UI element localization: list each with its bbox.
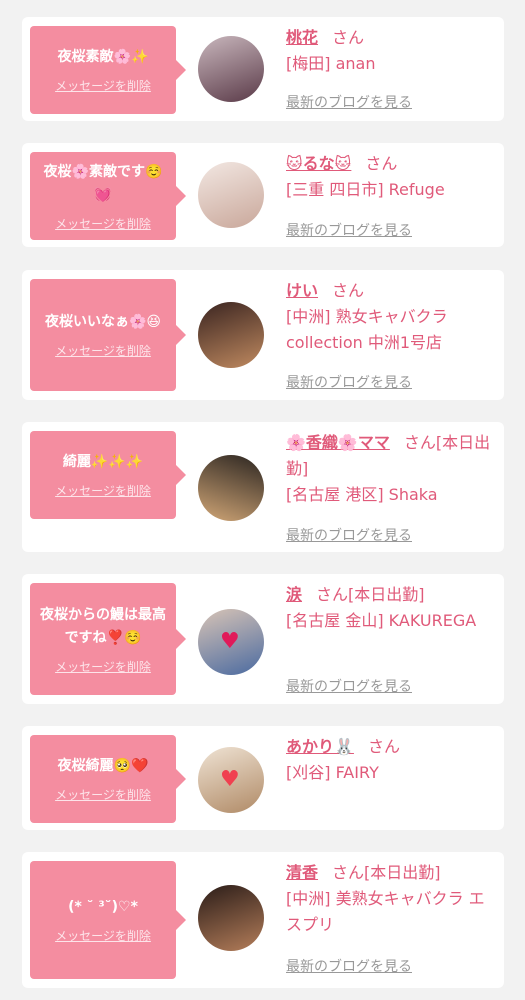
message-list: 夜桜素敵🌸✨ メッセージを削除 桃花 さん [梅田] anan 最新のブログを見る… xyxy=(0,0,525,1000)
sender-info: 涙さん[本日出勤] [名古屋 金山] KAKUREGA xyxy=(286,582,496,634)
message-bubble: 夜桜素敵🌸✨ メッセージを削除 xyxy=(30,26,186,114)
honorific: さん xyxy=(332,28,365,47)
delete-message-link[interactable]: メッセージを削除 xyxy=(55,482,151,499)
sender-name-link[interactable]: 桃花 xyxy=(286,28,318,47)
delete-message-link[interactable]: メッセージを削除 xyxy=(55,786,151,803)
message-text: 夜桜🌸素敵です☺️💓 xyxy=(43,163,163,203)
message-text: 夜桜綺麗🥺❤️ xyxy=(57,758,149,774)
shop-name: [名古屋 港区] Shaka xyxy=(286,485,438,504)
honorific: さん[本日出勤] xyxy=(316,585,425,604)
delete-message-link[interactable]: メッセージを削除 xyxy=(55,927,151,944)
message-card: 夜桜🌸素敵です☺️💓 メッセージを削除 🐱るな🐱 さん [三重 四日市] Refu… xyxy=(22,143,504,247)
message-bubble: 夜桜綺麗🥺❤️ メッセージを削除 xyxy=(30,735,186,823)
message-bubble: 夜桜🌸素敵です☺️💓 メッセージを削除 xyxy=(30,152,186,240)
message-card: 夜桜いいなぁ🌸😆 メッセージを削除 けい さん [中洲] 熟女キャバクラ coll… xyxy=(22,270,504,400)
sender-name-link[interactable]: 涙 xyxy=(286,585,302,604)
delete-message-link[interactable]: メッセージを削除 xyxy=(55,342,151,359)
sender-info: 清香 さん[本日出勤] [中洲] 美熟女キャバクラ エスプリ xyxy=(286,860,496,938)
honorific: さん xyxy=(365,154,398,173)
shop-name: [中洲] 熟女キャバクラ collection 中洲1号店 xyxy=(286,307,448,352)
sender-name-link[interactable]: 🌸香織🌸ママ xyxy=(286,433,390,452)
honorific: さん[本日出勤] xyxy=(332,863,441,882)
sender-name-link[interactable]: あかり🐰 xyxy=(286,737,354,756)
sender-info: あかり🐰 さん [刈谷] FAIRY xyxy=(286,734,496,786)
avatar[interactable] xyxy=(198,885,264,951)
message-text: 夜桜素敵🌸✨ xyxy=(57,49,149,65)
sender-name-link[interactable]: 🐱るな🐱 xyxy=(286,154,351,173)
sender-info: 🐱るな🐱 さん [三重 四日市] Refuge xyxy=(286,151,496,203)
avatar[interactable] xyxy=(198,36,264,102)
message-bubble: 夜桜いいなぁ🌸😆 メッセージを削除 xyxy=(30,279,186,391)
message-bubble: 綺麗✨✨✨ メッセージを削除 xyxy=(30,431,186,519)
latest-blog-link[interactable]: 最新のブログを見る xyxy=(286,372,412,392)
latest-blog-link[interactable]: 最新のブログを見る xyxy=(286,676,412,696)
shop-name: [中洲] 美熟女キャバクラ エスプリ xyxy=(286,889,485,934)
shop-name: [梅田] anan xyxy=(286,54,376,73)
latest-blog-link[interactable]: 最新のブログを見る xyxy=(286,956,412,976)
message-text: 夜桜いいなぁ🌸😆 xyxy=(44,314,162,330)
avatar[interactable] xyxy=(198,302,264,368)
message-card: 綺麗✨✨✨ メッセージを削除 🌸香織🌸ママ さん[本日出勤] [名古屋 港区] S… xyxy=(22,422,504,552)
shop-name: [刈谷] FAIRY xyxy=(286,763,379,782)
avatar[interactable]: ♥ xyxy=(198,747,264,813)
message-card: (* ˘ ³˘)♡* メッセージを削除 清香 さん[本日出勤] [中洲] 美熟女キ… xyxy=(22,852,504,988)
sender-name-link[interactable]: 清香 xyxy=(286,863,318,882)
avatar[interactable]: ♥ xyxy=(198,609,264,675)
shop-name: [三重 四日市] Refuge xyxy=(286,180,445,199)
message-bubble: (* ˘ ³˘)♡* メッセージを削除 xyxy=(30,861,186,979)
latest-blog-link[interactable]: 最新のブログを見る xyxy=(286,92,412,112)
delete-message-link[interactable]: メッセージを削除 xyxy=(55,77,151,94)
message-card: 夜桜からの鰻は最高ですね❣️☺️ メッセージを削除 ♥ 涙さん[本日出勤] [名… xyxy=(22,574,504,704)
honorific: さん xyxy=(367,737,400,756)
heart-sticker-icon: ♥ xyxy=(220,767,240,792)
avatar[interactable] xyxy=(198,162,264,228)
message-card: 夜桜素敵🌸✨ メッセージを削除 桃花 さん [梅田] anan 最新のブログを見る xyxy=(22,17,504,121)
avatar[interactable] xyxy=(198,455,264,521)
delete-message-link[interactable]: メッセージを削除 xyxy=(55,658,151,675)
honorific: さん xyxy=(332,281,365,300)
sender-info: 🌸香織🌸ママ さん[本日出勤] [名古屋 港区] Shaka xyxy=(286,430,496,508)
message-text: 夜桜からの鰻は最高ですね❣️☺️ xyxy=(40,606,166,646)
message-text: (* ˘ ³˘)♡* xyxy=(68,899,138,915)
sender-info: けい さん [中洲] 熟女キャバクラ collection 中洲1号店 xyxy=(286,278,496,356)
shop-name: [名古屋 金山] KAKUREGA xyxy=(286,611,477,630)
sender-name-link[interactable]: けい xyxy=(286,281,318,300)
message-bubble: 夜桜からの鰻は最高ですね❣️☺️ メッセージを削除 xyxy=(30,583,186,695)
message-text: 綺麗✨✨✨ xyxy=(62,454,144,470)
heart-sticker-icon: ♥ xyxy=(220,629,240,654)
sender-info: 桃花 さん [梅田] anan xyxy=(286,25,496,77)
message-card: 夜桜綺麗🥺❤️ メッセージを削除 ♥ あかり🐰 さん [刈谷] FAIRY xyxy=(22,726,504,830)
delete-message-link[interactable]: メッセージを削除 xyxy=(55,215,151,232)
latest-blog-link[interactable]: 最新のブログを見る xyxy=(286,220,412,240)
latest-blog-link[interactable]: 最新のブログを見る xyxy=(286,525,412,545)
